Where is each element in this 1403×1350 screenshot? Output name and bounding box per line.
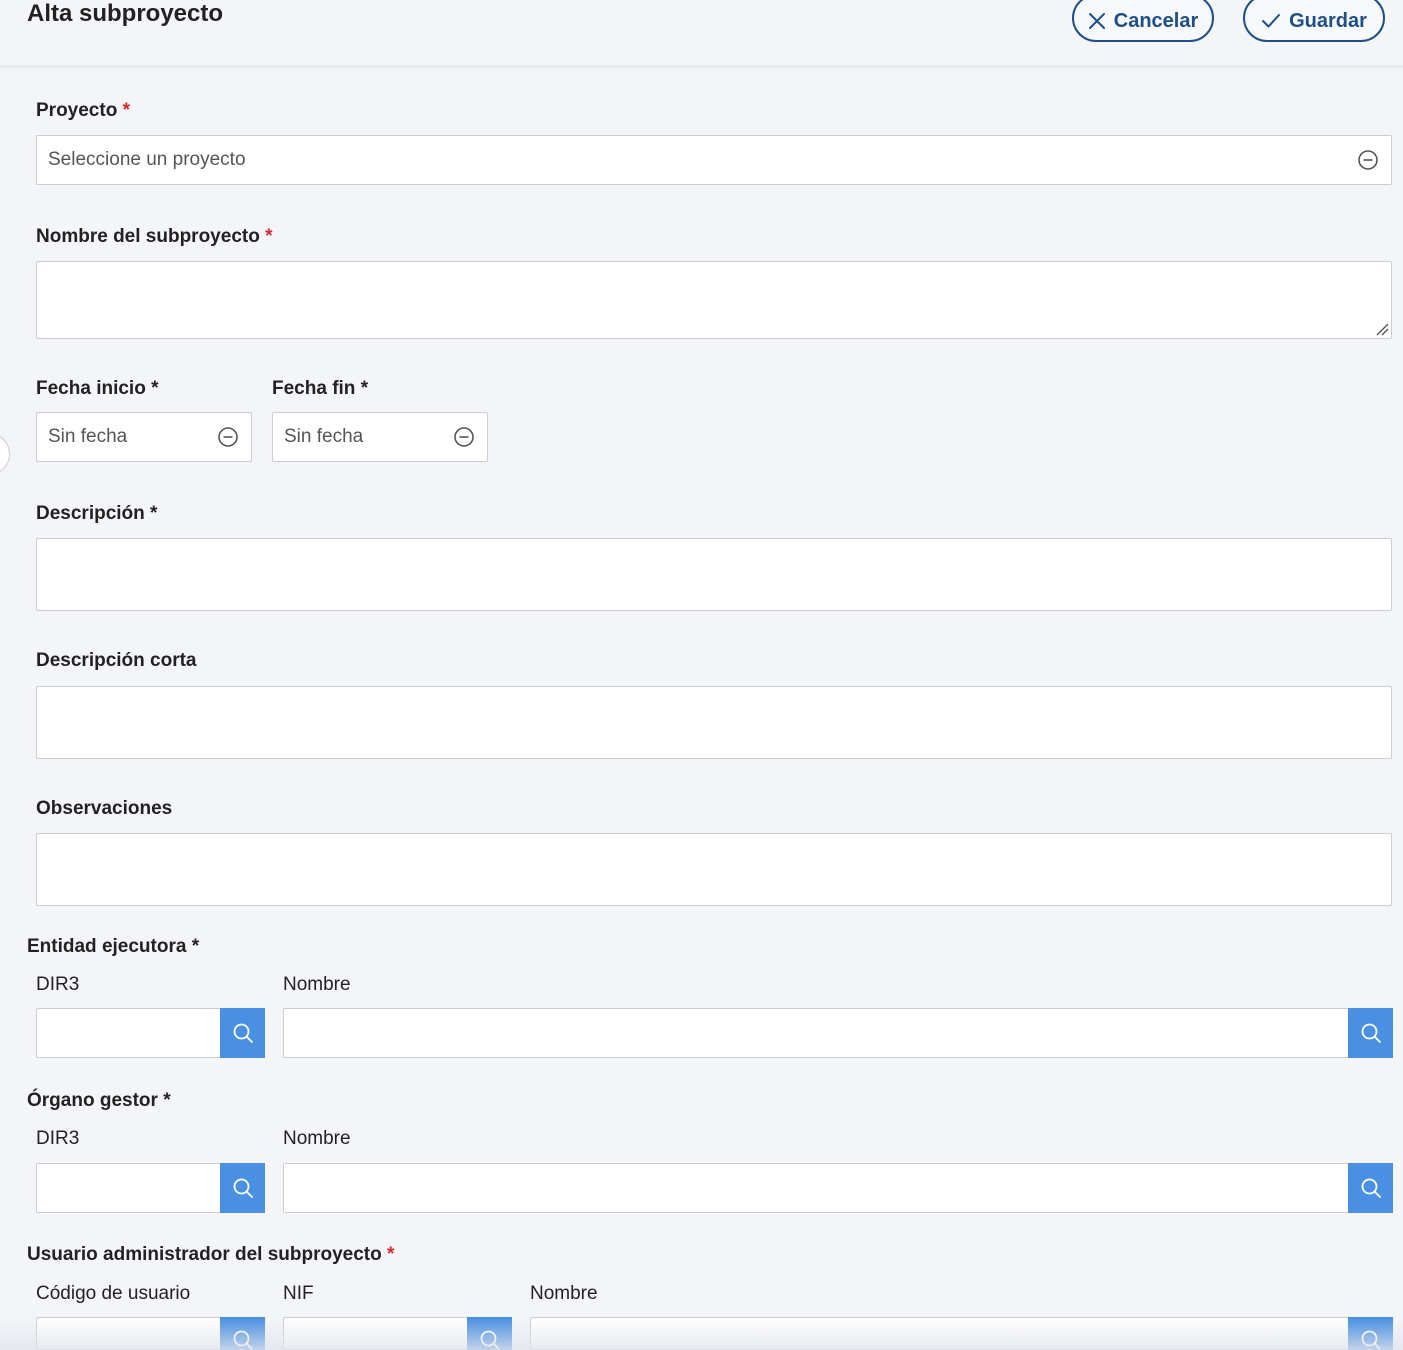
required-mark: * bbox=[387, 1244, 395, 1265]
fecha-inicio-input[interactable]: Sin fecha bbox=[36, 412, 252, 462]
descripcion-corta-textarea[interactable] bbox=[36, 686, 1392, 759]
organo-nombre-label: Nombre bbox=[283, 1128, 351, 1149]
organo-dir3-search-button[interactable] bbox=[220, 1163, 265, 1213]
proyecto-label-text: Proyecto bbox=[36, 100, 118, 121]
save-button[interactable]: Guardar bbox=[1243, 0, 1385, 42]
check-icon bbox=[1262, 14, 1281, 28]
usuario-nombre-input[interactable] bbox=[530, 1317, 1350, 1350]
cancel-label: Cancelar bbox=[1113, 9, 1199, 32]
side-panel-toggle[interactable] bbox=[0, 433, 10, 475]
nombre-subproyecto-label-text: Nombre del subproyecto bbox=[36, 226, 260, 247]
nombre-subproyecto-textarea[interactable] bbox=[36, 261, 1392, 339]
minus-circle-icon[interactable] bbox=[453, 426, 475, 448]
required-mark: * bbox=[163, 1090, 171, 1111]
minus-circle-icon[interactable] bbox=[1357, 149, 1379, 171]
close-icon bbox=[1088, 13, 1105, 29]
observaciones-textarea[interactable] bbox=[36, 833, 1392, 906]
entidad-nombre-input[interactable] bbox=[283, 1008, 1350, 1058]
descripcion-corta-label: Descripción corta bbox=[36, 650, 197, 672]
entidad-nombre-search-button[interactable] bbox=[1348, 1008, 1393, 1058]
search-icon bbox=[233, 1330, 253, 1350]
entidad-nombre-label: Nombre bbox=[283, 974, 351, 995]
usuario-codigo-input[interactable] bbox=[36, 1317, 222, 1350]
descripcion-label: Descripción * bbox=[36, 503, 157, 525]
cancel-button[interactable]: Cancelar bbox=[1072, 0, 1214, 42]
descripcion-textarea[interactable] bbox=[36, 538, 1392, 611]
required-mark: * bbox=[191, 936, 200, 957]
organo-dir3-input[interactable] bbox=[36, 1163, 222, 1213]
page-title: Alta subproyecto bbox=[27, 0, 224, 27]
usuario-nif-label: NIF bbox=[283, 1283, 314, 1304]
minus-circle-icon[interactable] bbox=[217, 426, 239, 448]
fecha-fin-input[interactable]: Sin fecha bbox=[272, 412, 488, 462]
search-icon bbox=[480, 1330, 500, 1350]
entidad-dir3-search-button[interactable] bbox=[220, 1008, 265, 1058]
proyecto-select[interactable]: Seleccione un proyecto bbox=[36, 135, 1392, 185]
entidad-ejecutora-label: Entidad ejecutora * bbox=[27, 936, 199, 958]
descripcion-label-text: Descripción bbox=[36, 503, 145, 524]
search-icon bbox=[233, 1178, 253, 1198]
fecha-fin-label: Fecha fin * bbox=[272, 378, 368, 400]
usuario-admin-label-text: Usuario administrador del subproyecto bbox=[27, 1244, 382, 1265]
required-mark: * bbox=[122, 100, 130, 121]
required-mark: * bbox=[360, 378, 369, 399]
search-icon bbox=[1361, 1330, 1381, 1350]
required-mark: * bbox=[150, 503, 158, 524]
usuario-codigo-search-button[interactable] bbox=[220, 1317, 265, 1350]
search-icon bbox=[1361, 1178, 1381, 1198]
entidad-ejecutora-label-text: Entidad ejecutora bbox=[27, 936, 187, 957]
organo-gestor-label-text: Órgano gestor bbox=[27, 1090, 158, 1111]
fecha-inicio-label-text: Fecha inicio bbox=[36, 378, 146, 399]
save-label: Guardar bbox=[1289, 9, 1367, 32]
required-mark: * bbox=[151, 378, 159, 399]
usuario-admin-label: Usuario administrador del subproyecto * bbox=[27, 1244, 394, 1266]
organo-gestor-label: Órgano gestor * bbox=[27, 1090, 171, 1112]
usuario-nif-input[interactable] bbox=[283, 1317, 469, 1350]
entidad-dir3-input[interactable] bbox=[36, 1008, 222, 1058]
fecha-inicio-placeholder: Sin fecha bbox=[48, 426, 128, 447]
descripcion-corta-label-text: Descripción corta bbox=[36, 650, 197, 671]
search-icon bbox=[233, 1023, 253, 1043]
resize-handle-icon[interactable] bbox=[1375, 322, 1389, 336]
organo-dir3-label: DIR3 bbox=[36, 1128, 80, 1149]
required-mark: * bbox=[265, 226, 273, 247]
fecha-inicio-label: Fecha inicio * bbox=[36, 378, 159, 400]
usuario-nombre-label: Nombre bbox=[530, 1283, 598, 1304]
nombre-subproyecto-label: Nombre del subproyecto * bbox=[36, 226, 273, 248]
fecha-fin-placeholder: Sin fecha bbox=[284, 426, 364, 447]
organo-nombre-input[interactable] bbox=[283, 1163, 1350, 1213]
search-icon bbox=[1361, 1023, 1381, 1043]
fecha-fin-label-text: Fecha fin bbox=[272, 378, 356, 399]
observaciones-label-text: Observaciones bbox=[36, 798, 173, 819]
entidad-dir3-label: DIR3 bbox=[36, 974, 80, 995]
organo-nombre-search-button[interactable] bbox=[1348, 1163, 1393, 1213]
usuario-nombre-search-button[interactable] bbox=[1348, 1317, 1393, 1350]
proyecto-placeholder: Seleccione un proyecto bbox=[48, 149, 246, 170]
proyecto-label: Proyecto * bbox=[36, 100, 130, 122]
page-header: Alta subproyecto Cancelar Guardar bbox=[0, 0, 1403, 68]
usuario-nif-search-button[interactable] bbox=[467, 1317, 512, 1350]
observaciones-label: Observaciones bbox=[36, 798, 172, 820]
usuario-codigo-label: Código de usuario bbox=[36, 1283, 191, 1304]
